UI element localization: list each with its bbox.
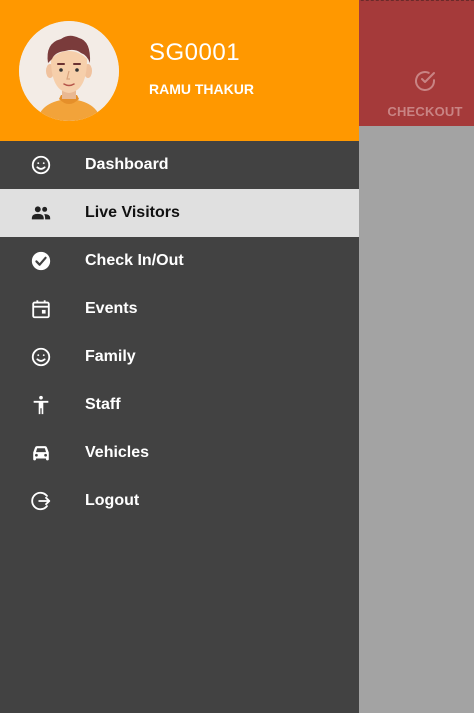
- checkout-button[interactable]: CHECKOUT: [380, 69, 470, 119]
- avatar[interactable]: [19, 21, 119, 121]
- menu-item-check-in-out[interactable]: Check In/Out: [0, 237, 359, 285]
- menu-item-staff[interactable]: Staff: [0, 381, 359, 429]
- menu-item-live-visitors[interactable]: Live Visitors: [0, 189, 359, 237]
- smiley-icon: [30, 346, 52, 368]
- drawer-menu: Dashboard Live Visitors Check In/Out Eve…: [0, 141, 359, 525]
- logout-icon: [30, 490, 52, 512]
- user-name: RAMU THAKUR: [149, 81, 254, 97]
- menu-item-logout[interactable]: Logout: [0, 477, 359, 525]
- smiley-icon: [30, 154, 52, 176]
- menu-item-label: Events: [85, 300, 138, 317]
- drawer-header: SG0001 RAMU THAKUR: [0, 0, 359, 141]
- menu-item-label: Dashboard: [85, 156, 169, 173]
- menu-item-family[interactable]: Family: [0, 333, 359, 381]
- avatar-illustration: [19, 21, 119, 121]
- navigation-drawer: SG0001 RAMU THAKUR Dashboard Live Visito…: [0, 0, 359, 713]
- menu-item-label: Family: [85, 348, 136, 365]
- check-circle-icon: [413, 69, 437, 104]
- menu-item-events[interactable]: Events: [0, 285, 359, 333]
- calendar-icon: [30, 298, 52, 320]
- menu-item-label: Check In/Out: [85, 252, 184, 269]
- menu-item-label: Vehicles: [85, 444, 150, 461]
- people-icon: [30, 202, 52, 224]
- menu-item-label: Live Visitors: [85, 204, 180, 221]
- user-id: SG0001: [149, 39, 241, 66]
- checkout-label: CHECKOUT: [387, 104, 463, 119]
- menu-item-dashboard[interactable]: Dashboard: [0, 141, 359, 189]
- check-circle-icon: [30, 250, 52, 272]
- app-screen: CHECKOUT SG0001 RAMU THAKUR Dashboard Li…: [0, 0, 474, 713]
- menu-item-label: Logout: [85, 492, 140, 509]
- menu-item-vehicles[interactable]: Vehicles: [0, 429, 359, 477]
- menu-item-label: Staff: [85, 396, 121, 413]
- accessibility-icon: [30, 394, 52, 416]
- car-icon: [30, 442, 52, 464]
